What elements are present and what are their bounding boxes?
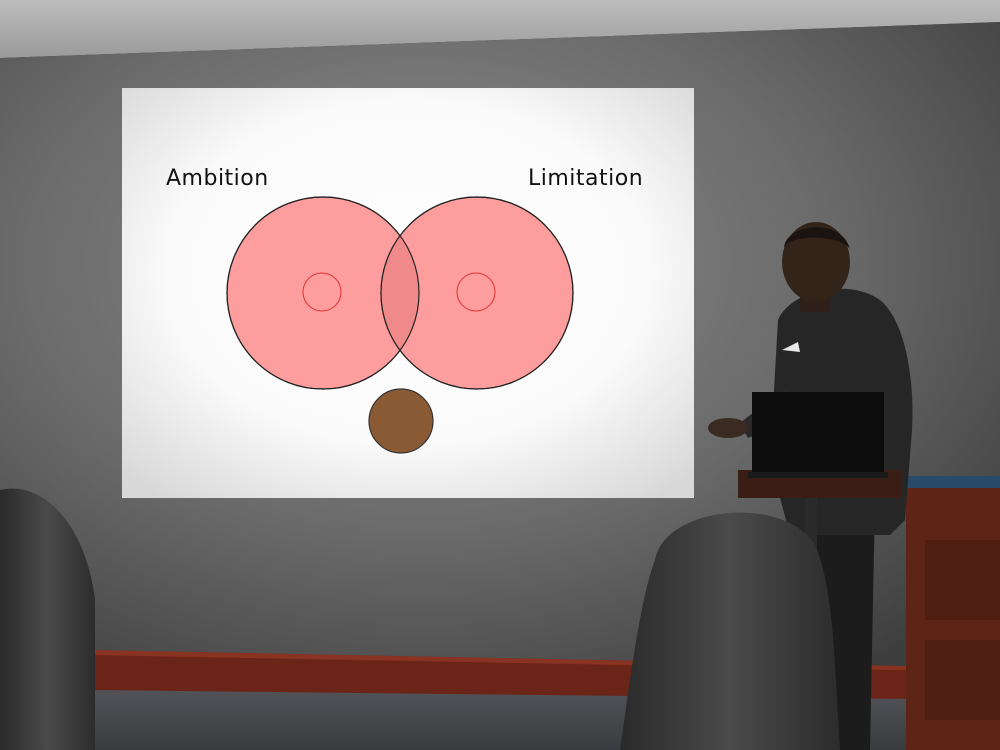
room-illustration [0,0,1000,750]
cabinet-panel-lower [925,640,1000,720]
laptop [752,392,884,476]
ambition-label: Ambition [166,166,269,191]
presentation-room-scene: Ambition Limitation [0,0,1000,750]
brown-circle [368,388,434,454]
cabinet-top [904,476,1000,488]
limitation-label: Limitation [528,166,644,191]
laptop-base [748,472,888,478]
cabinet-panel [925,540,1000,620]
